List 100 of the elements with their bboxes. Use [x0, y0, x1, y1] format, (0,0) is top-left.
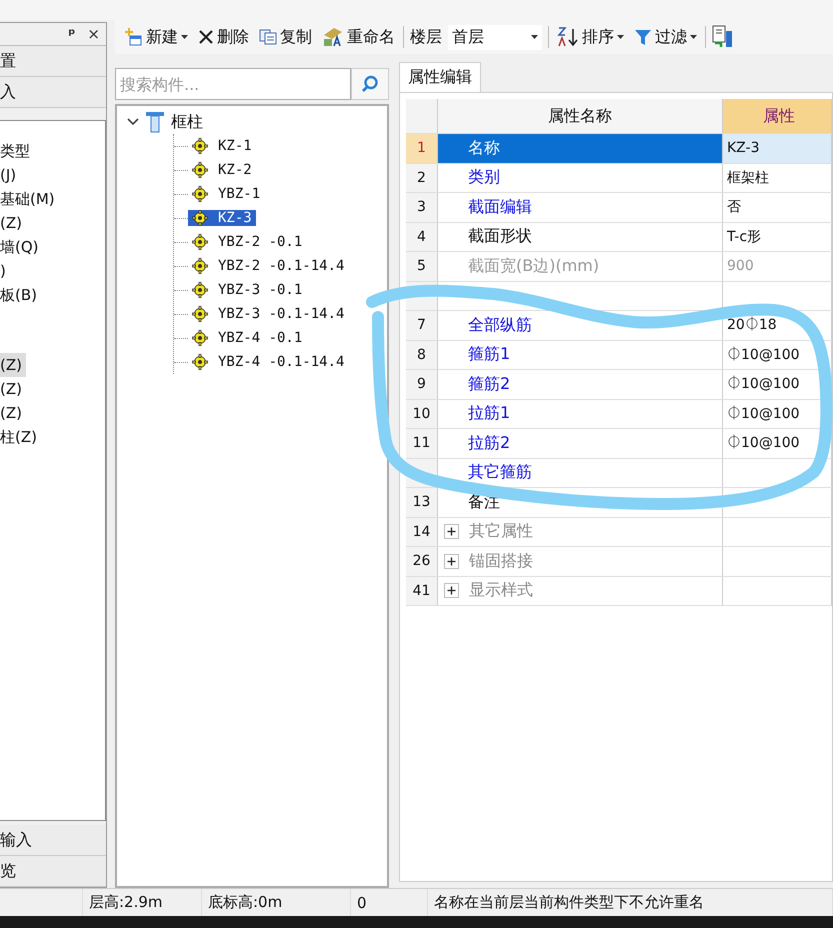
tree-node[interactable]: KZ-3: [188, 210, 256, 226]
gear-icon: [192, 186, 208, 202]
toolbar-button[interactable]: 过滤: [632, 26, 699, 48]
close-button[interactable]: ×: [87, 25, 100, 43]
properties-tab[interactable]: 属性编辑: [399, 62, 481, 92]
expand-icon[interactable]: [444, 524, 459, 540]
property-value[interactable]: 框架柱: [723, 164, 832, 192]
toolbar-button[interactable]: 删除: [196, 26, 251, 48]
column-icon: [145, 111, 165, 133]
tree-node[interactable]: YBZ-3 -0.1-14.4: [188, 306, 348, 322]
search-field[interactable]: 搜索构件...: [115, 68, 351, 100]
toolbar-button[interactable]: 重命名: [320, 26, 397, 48]
expand-icon[interactable]: [444, 554, 459, 569]
tree-node[interactable]: KZ-1: [188, 138, 256, 154]
toolbar-button[interactable]: 新建: [121, 26, 190, 48]
property-value[interactable]: 否: [723, 193, 832, 222]
floor-select[interactable]: 首层: [448, 24, 542, 50]
gear-icon: [192, 306, 208, 322]
filter-icon: [634, 28, 652, 46]
column-header: 属性名称: [438, 99, 723, 133]
property-name[interactable]: 拉筋1: [438, 400, 723, 428]
row-number: 2: [406, 164, 438, 192]
row-number: 7: [406, 311, 438, 340]
close-icon: [198, 29, 214, 45]
gear-icon: [192, 282, 208, 298]
gear-icon: [192, 210, 208, 226]
component-type-item[interactable]: (Z): [0, 401, 26, 425]
property-value[interactable]: T-c形: [723, 222, 832, 251]
panel-tab[interactable]: 入: [0, 77, 106, 108]
component-type-item[interactable]: 墙(Q): [0, 235, 43, 259]
component-type-item[interactable]: ): [0, 259, 10, 283]
header-cell: [406, 99, 438, 133]
tree-node[interactable]: 框柱: [171, 112, 203, 132]
rename-icon: [322, 27, 344, 47]
gear-icon: [192, 354, 208, 370]
row-number: 26: [406, 547, 438, 576]
property-name[interactable]: 其它箍筋: [438, 458, 723, 487]
pin-button[interactable]: ᵖ: [68, 25, 76, 43]
row-number: 41: [406, 576, 438, 605]
property-name[interactable]: 其它属性: [469, 521, 533, 542]
row-number: 9: [406, 370, 438, 398]
component-type-item[interactable]: (Z): [0, 377, 26, 401]
component-type-item[interactable]: (J): [0, 163, 20, 187]
row-number: 5: [406, 252, 438, 280]
property-value[interactable]: ⏀10@100: [723, 340, 832, 369]
row-number: 11: [406, 429, 438, 458]
export-icon[interactable]: [712, 25, 732, 49]
property-value[interactable]: 20⏀18: [723, 311, 832, 340]
sort-icon: [557, 27, 579, 47]
property-name[interactable]: 箍筋1: [438, 340, 723, 369]
toolbar-button[interactable]: 复制: [257, 26, 314, 48]
property-name[interactable]: 显示样式: [469, 580, 533, 602]
component-type-item[interactable]: (Z): [0, 211, 26, 235]
gear-icon: [192, 138, 208, 154]
tree-node[interactable]: YBZ-1: [188, 186, 264, 202]
expand-icon[interactable]: [444, 583, 459, 598]
property-name[interactable]: 箍筋2: [438, 370, 723, 398]
row-number: 14: [406, 518, 438, 546]
property-value[interactable]: KZ-3: [723, 134, 832, 162]
tree-node[interactable]: YBZ-2 -0.1-14.4: [188, 258, 348, 274]
panel-tab[interactable]: 置: [0, 46, 106, 77]
row-number: 4: [406, 222, 438, 251]
component-type-item[interactable]: 基础(M): [0, 187, 59, 211]
property-name[interactable]: 类别: [438, 164, 723, 192]
tree-node[interactable]: YBZ-4 -0.1-14.4: [188, 354, 348, 370]
property-name[interactable]: 锚固搭接: [469, 550, 533, 572]
copy-icon: [259, 29, 277, 45]
tree-node[interactable]: KZ-2: [188, 162, 256, 178]
component-type-item[interactable]: 类型: [0, 139, 34, 163]
property-name[interactable]: 名称: [438, 134, 723, 162]
tree-node[interactable]: YBZ-3 -0.1: [188, 282, 306, 298]
row-number: 1: [406, 134, 438, 162]
property-value[interactable]: ⏀10@100: [723, 429, 832, 458]
property-name[interactable]: 截面形状: [438, 222, 723, 251]
search-icon: [361, 75, 379, 93]
chevron-icon[interactable]: [127, 118, 139, 126]
tree-node[interactable]: YBZ-4 -0.1: [188, 330, 306, 346]
property-value[interactable]: ⏀10@100: [723, 400, 832, 428]
search-button[interactable]: [351, 68, 389, 100]
panel-tab[interactable]: 输入: [0, 825, 106, 856]
toolbar-button[interactable]: 排序: [555, 26, 626, 48]
property-name[interactable]: 全部纵筋: [438, 311, 723, 340]
column-header: 属性: [723, 99, 832, 133]
property-name[interactable]: 拉筋2: [438, 429, 723, 458]
row-number: 3: [406, 193, 438, 222]
property-value[interactable]: ⏀10@100: [723, 370, 832, 398]
row-number: 13: [406, 488, 438, 516]
gear-icon: [192, 162, 208, 178]
component-type-item[interactable]: 板(B): [0, 283, 41, 307]
tree-node[interactable]: YBZ-2 -0.1: [188, 234, 306, 250]
row-number: 10: [406, 400, 438, 428]
row-number: 8: [406, 340, 438, 369]
floor-label: 楼层: [410, 26, 442, 48]
property-name[interactable]: 截面编辑: [438, 193, 723, 222]
component-type-item[interactable]: 柱(Z): [0, 425, 41, 449]
panel-tab[interactable]: 览: [0, 856, 106, 887]
component-type-item[interactable]: (Z): [0, 353, 26, 377]
gear-icon: [192, 234, 208, 250]
gear-icon: [192, 258, 208, 274]
gear-icon: [192, 330, 208, 346]
